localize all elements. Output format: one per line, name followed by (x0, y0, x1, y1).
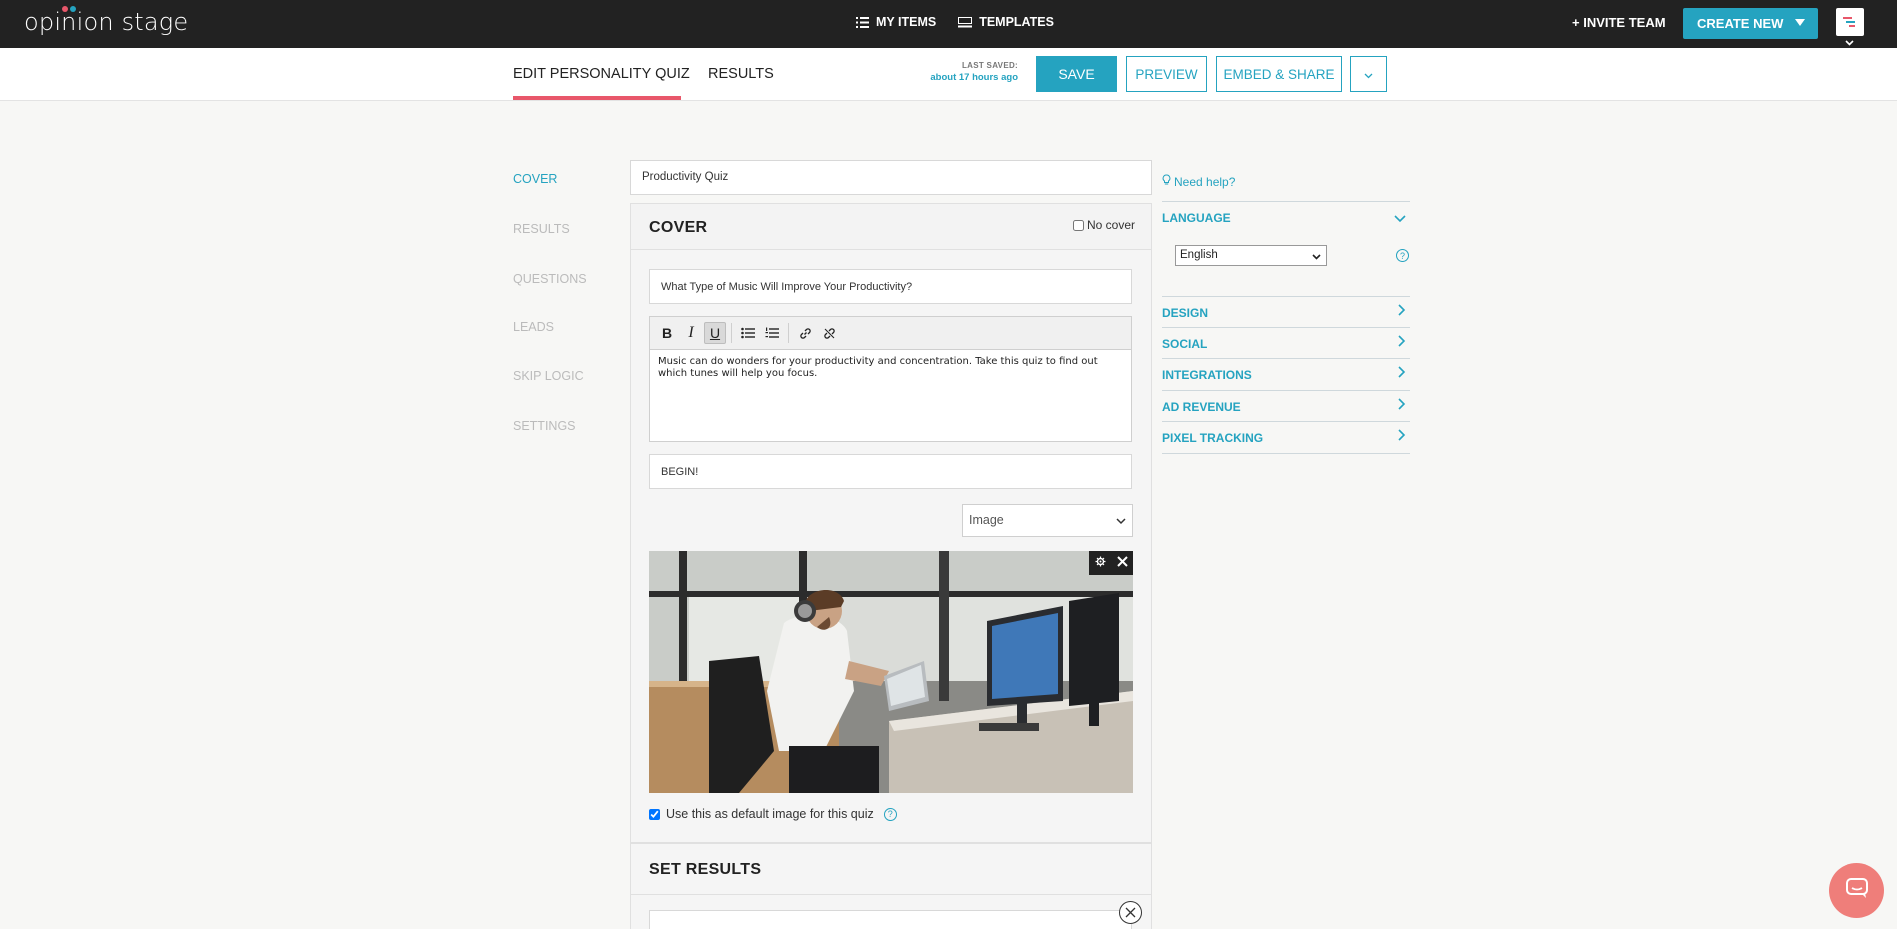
gear-icon[interactable] (1095, 554, 1106, 572)
section-language[interactable]: LANGUAGE (1162, 211, 1231, 225)
cover-question-input[interactable]: What Type of Music Will Improve Your Pro… (649, 269, 1132, 304)
design-section: DESIGN (1162, 296, 1410, 327)
office-photo (649, 551, 1133, 793)
create-new-button[interactable]: CREATE NEW (1683, 8, 1818, 39)
ad-revenue-section: AD REVENUE (1162, 390, 1410, 421)
editor-toolbar: B I U (650, 317, 1131, 350)
help-icon[interactable]: ? (883, 807, 897, 821)
language-select[interactable]: English (1175, 245, 1327, 266)
section-pixel-tracking[interactable]: PIXEL TRACKING (1162, 431, 1263, 445)
language-value: English (1180, 249, 1218, 261)
cover-header: COVER No cover (631, 204, 1151, 250)
default-image-checkbox[interactable] (649, 808, 660, 820)
last-saved-time: about 17 hours ago (930, 72, 1018, 83)
default-image-option[interactable]: Use this as default image for this quiz … (649, 807, 897, 821)
lightbulb-icon (1162, 174, 1171, 189)
divider (631, 894, 1151, 895)
create-new-label: CREATE NEW (1697, 16, 1784, 31)
caret-down-icon (1795, 19, 1805, 26)
templates-icon (958, 16, 973, 28)
save-button[interactable]: SAVE (1036, 56, 1117, 92)
templates-label: TEMPLATES (979, 15, 1054, 29)
editor-header: EDIT PERSONALITY QUIZ RESULTS LAST SAVED… (0, 48, 1897, 101)
media-type-select[interactable]: Image (962, 504, 1133, 537)
close-icon[interactable] (1116, 554, 1128, 572)
chevron-down-icon (1364, 67, 1373, 82)
chevron-right-icon[interactable] (1398, 397, 1406, 415)
my-items-link[interactable]: MY ITEMS (856, 15, 936, 29)
toolbar-divider (731, 323, 732, 343)
bullet-list-icon[interactable] (737, 322, 759, 344)
cover-image[interactable] (649, 551, 1133, 793)
help-icon[interactable]: ? (1396, 249, 1409, 262)
unlink-icon[interactable] (818, 322, 840, 344)
integrations-section: INTEGRATIONS (1162, 358, 1410, 390)
default-image-label: Use this as default image for this quiz (666, 807, 874, 821)
image-tools (1089, 551, 1133, 575)
tab-edit-personality-quiz[interactable]: EDIT PERSONALITY QUIZ (513, 66, 690, 82)
begin-button-text-input[interactable]: BEGIN! (649, 454, 1132, 489)
sidebar-item-settings[interactable]: SETTINGS (513, 419, 576, 433)
italic-icon[interactable]: I (680, 322, 702, 344)
section-ad-revenue[interactable]: AD REVENUE (1162, 400, 1241, 414)
need-help-label: Need help? (1174, 174, 1236, 189)
bold-icon[interactable]: B (656, 322, 678, 344)
avatar-image (1843, 17, 1855, 27)
chevron-down-icon (1312, 251, 1321, 263)
set-results-panel: SET RESULTS (630, 843, 1152, 929)
toolbar-divider (788, 323, 789, 343)
templates-link[interactable]: TEMPLATES (958, 15, 1054, 29)
chevron-down-icon (1116, 514, 1126, 528)
top-navigation-bar: opinion stage MY ITEMS TEMPLATES + INVIT… (0, 0, 1897, 48)
sidebar-item-cover[interactable]: COVER (513, 172, 557, 186)
media-type-value: Image (969, 513, 1004, 527)
logo-dot-pink (62, 6, 68, 12)
social-section: SOCIAL (1162, 327, 1410, 358)
close-icon[interactable] (1119, 901, 1142, 924)
chevron-right-icon[interactable] (1398, 334, 1406, 352)
preview-button[interactable]: PREVIEW (1126, 56, 1207, 92)
section-design[interactable]: DESIGN (1162, 306, 1208, 320)
embed-share-button[interactable]: EMBED & SHARE (1216, 56, 1342, 92)
sidebar-item-skip-logic[interactable]: SKIP LOGIC (513, 369, 584, 383)
logo-dot-blue (70, 6, 76, 12)
more-options-button[interactable] (1350, 56, 1387, 92)
pixel-tracking-section: PIXEL TRACKING (1162, 421, 1410, 454)
chevron-down-icon[interactable] (1394, 210, 1406, 228)
active-tab-indicator (513, 96, 681, 100)
logo[interactable]: opinion stage (24, 8, 188, 36)
description-editor: B I U Music can do wonders for your prod… (649, 316, 1132, 442)
invite-team-link[interactable]: + INVITE TEAM (1572, 15, 1666, 30)
avatar[interactable] (1836, 8, 1864, 36)
my-items-label: MY ITEMS (876, 15, 937, 29)
section-social[interactable]: SOCIAL (1162, 337, 1207, 351)
main-nav: MY ITEMS TEMPLATES (856, 15, 1054, 29)
last-saved-label: LAST SAVED: (961, 61, 1018, 70)
chevron-right-icon[interactable] (1398, 303, 1406, 321)
set-results-heading: SET RESULTS (649, 861, 762, 878)
chevron-right-icon[interactable] (1398, 428, 1406, 446)
no-cover-option[interactable]: No cover (1072, 218, 1135, 232)
tab-results[interactable]: RESULTS (708, 66, 774, 82)
list-icon (856, 16, 869, 28)
link-icon[interactable] (794, 322, 816, 344)
chevron-right-icon[interactable] (1398, 365, 1406, 383)
chat-icon (1845, 877, 1869, 904)
chat-support-button[interactable] (1829, 863, 1884, 918)
result-item-box[interactable] (649, 910, 1132, 929)
need-help-link[interactable]: Need help? (1162, 174, 1235, 189)
cover-panel: COVER No cover What Type of Music Will I… (630, 203, 1152, 843)
underline-icon[interactable]: U (704, 322, 726, 344)
no-cover-checkbox[interactable] (1072, 219, 1084, 231)
sidebar-item-leads[interactable]: LEADS (513, 320, 554, 334)
sidebar-item-questions[interactable]: QUESTIONS (513, 272, 587, 286)
sidebar-item-results[interactable]: RESULTS (513, 222, 570, 236)
section-integrations[interactable]: INTEGRATIONS (1162, 368, 1252, 382)
last-saved-status: LAST SAVED: about 17 hours ago (918, 61, 1018, 83)
no-cover-label: No cover (1086, 218, 1135, 232)
cover-heading: COVER (649, 219, 708, 236)
numbered-list-icon[interactable] (761, 322, 783, 344)
description-text[interactable]: Music can do wonders for your productivi… (650, 350, 1131, 386)
quiz-title-input[interactable]: Productivity Quiz (630, 160, 1152, 195)
